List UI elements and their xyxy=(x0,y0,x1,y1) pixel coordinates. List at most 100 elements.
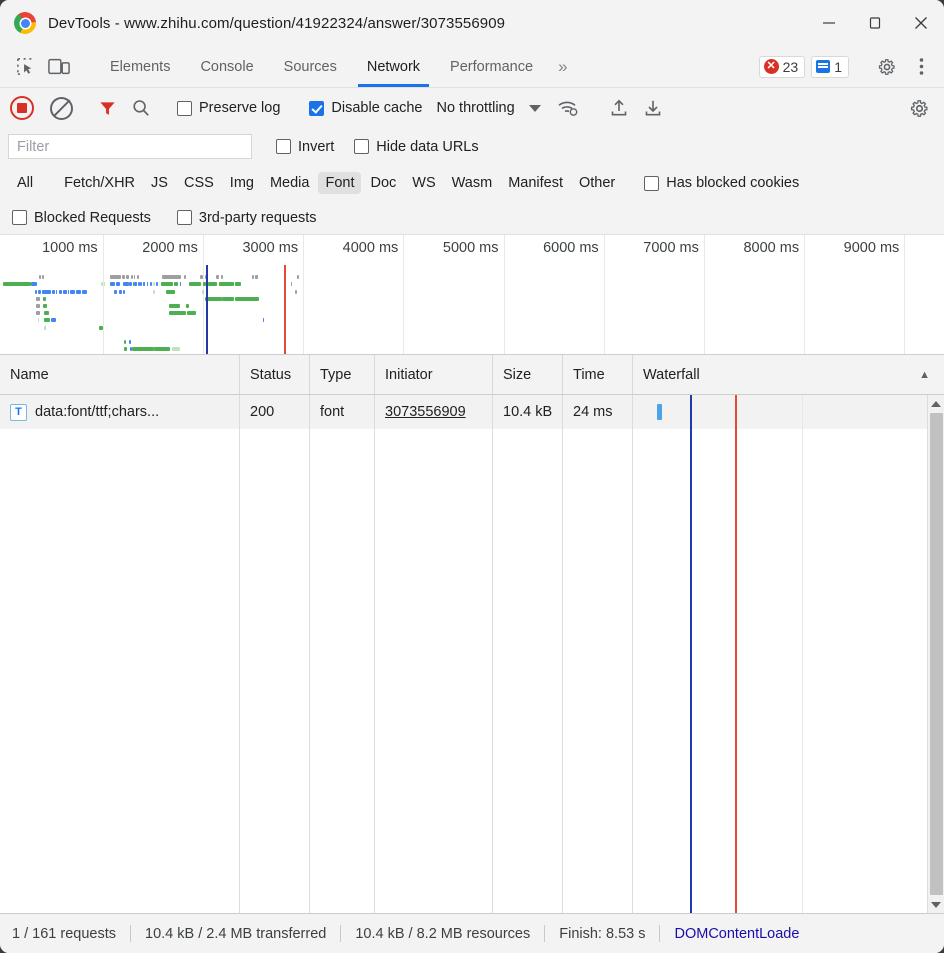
overview-tick-label: 4000 ms xyxy=(342,240,399,256)
overview-request-bar xyxy=(171,347,181,352)
overview-request-bar xyxy=(55,289,58,294)
disable-cache-checkbox[interactable]: Disable cache xyxy=(309,100,422,116)
overview-gridline xyxy=(202,235,204,354)
third-party-requests-checkbox[interactable]: 3rd-party requests xyxy=(176,210,317,226)
type-filter-img[interactable]: Img xyxy=(223,172,261,194)
inspect-element-icon[interactable] xyxy=(8,57,42,76)
invert-checkbox[interactable]: Invert xyxy=(276,139,334,155)
network-settings-gear-icon[interactable] xyxy=(902,98,936,119)
error-count-badge[interactable]: ✕ 23 xyxy=(758,55,806,78)
invert-box xyxy=(276,139,291,154)
resource-type-filter-bar: All Fetch/XHR JS CSS Img Media Font Doc … xyxy=(0,165,944,201)
cell-initiator[interactable]: 3073556909 xyxy=(375,395,493,429)
blocked-requests-label: Blocked Requests xyxy=(34,209,151,226)
hide-data-urls-checkbox[interactable]: Hide data URLs xyxy=(354,139,479,155)
overview-request-bar xyxy=(153,282,155,287)
column-header-status[interactable]: Status xyxy=(240,355,310,394)
column-header-waterfall[interactable]: Waterfall ▲ xyxy=(633,355,944,394)
status-resources: 10.4 kB / 8.2 MB resources xyxy=(355,925,531,942)
sort-indicator-icon: ▲ xyxy=(919,368,930,381)
cell-waterfall[interactable] xyxy=(633,395,927,429)
kebab-menu-icon[interactable] xyxy=(904,57,938,76)
table-vertical-scrollbar[interactable] xyxy=(927,395,944,913)
overview-tick-label: 3000 ms xyxy=(242,240,299,256)
overview-request-bar xyxy=(116,282,120,287)
export-har-icon[interactable] xyxy=(636,98,670,118)
overview-request-bar xyxy=(168,311,186,316)
overview-request-bar xyxy=(186,311,196,316)
has-blocked-cookies-box xyxy=(644,175,660,191)
throttling-select[interactable]: No throttling xyxy=(436,100,514,116)
network-overview-timeline[interactable]: 1000 ms 2000 ms 3000 ms 4000 ms 5000 ms 6000 … xyxy=(0,235,944,355)
column-header-name[interactable]: Name xyxy=(0,355,240,394)
overview-request-bar xyxy=(169,304,180,308)
blocked-requests-checkbox[interactable]: Blocked Requests xyxy=(12,210,151,226)
type-filter-js[interactable]: JS xyxy=(144,172,175,194)
overview-request-bar xyxy=(153,289,155,294)
overview-request-bar xyxy=(161,282,173,287)
tab-strip-right: ✕ 23 1 xyxy=(758,46,944,87)
overview-request-bar xyxy=(290,282,293,287)
cell-name[interactable]: T data:font/ttf;chars... xyxy=(0,395,240,429)
type-filter-fetch-xhr[interactable]: Fetch/XHR xyxy=(57,172,142,194)
hide-data-urls-box xyxy=(354,139,370,154)
type-filter-all[interactable]: All xyxy=(10,172,40,194)
overview-request-bar xyxy=(129,340,132,344)
cell-status: 200 xyxy=(240,395,310,429)
network-conditions-icon[interactable] xyxy=(551,98,585,118)
chevron-down-icon[interactable] xyxy=(528,104,541,112)
overview-request-bar xyxy=(262,318,265,323)
scrollbar-thumb[interactable] xyxy=(929,413,943,895)
tab-elements[interactable]: Elements xyxy=(95,46,185,87)
tab-performance[interactable]: Performance xyxy=(435,46,548,87)
table-row[interactable]: T data:font/ttf;chars... 200 font 307355… xyxy=(0,395,927,429)
device-toolbar-icon[interactable] xyxy=(42,57,76,76)
devtools-tab-strip: Elements Console Sources Network Perform… xyxy=(0,46,944,88)
type-filter-doc[interactable]: Doc xyxy=(363,172,403,194)
overview-request-bar xyxy=(295,289,297,294)
cell-type: font xyxy=(310,395,375,429)
overview-request-bar xyxy=(36,296,40,301)
column-header-size[interactable]: Size xyxy=(493,355,563,394)
type-filter-media[interactable]: Media xyxy=(263,172,317,194)
column-header-type[interactable]: Type xyxy=(310,355,375,394)
minimize-button[interactable] xyxy=(806,0,852,46)
column-header-waterfall-label: Waterfall xyxy=(643,366,700,383)
overview-request-bar xyxy=(122,275,126,280)
tab-network[interactable]: Network xyxy=(352,46,435,87)
close-button[interactable] xyxy=(898,0,944,46)
column-header-initiator[interactable]: Initiator xyxy=(375,355,493,394)
overview-request-bar xyxy=(103,282,106,287)
search-icon[interactable] xyxy=(124,98,158,118)
maximize-button[interactable] xyxy=(852,0,898,46)
type-filter-font[interactable]: Font xyxy=(318,172,362,194)
more-tabs-chevron-icon[interactable]: » xyxy=(548,46,577,87)
overview-request-bar xyxy=(179,282,182,287)
has-blocked-cookies-checkbox[interactable]: Has blocked cookies xyxy=(644,175,799,191)
overview-gridline xyxy=(303,235,305,354)
column-header-time[interactable]: Time xyxy=(563,355,633,394)
clear-button[interactable] xyxy=(50,96,73,120)
gear-icon[interactable] xyxy=(870,57,904,77)
filter-input[interactable]: Filter xyxy=(8,134,252,159)
status-divider xyxy=(130,925,131,942)
import-har-icon[interactable] xyxy=(602,98,636,118)
initiator-link[interactable]: 3073556909 xyxy=(385,404,466,420)
record-button[interactable] xyxy=(10,96,34,120)
chrome-logo-icon xyxy=(14,12,36,34)
preserve-log-checkbox[interactable]: Preserve log xyxy=(177,100,280,116)
filter-funnel-icon[interactable] xyxy=(90,99,124,118)
type-filter-ws[interactable]: WS xyxy=(405,172,442,194)
overview-gridline xyxy=(102,235,104,354)
empty-rows-area xyxy=(0,429,927,913)
scroll-up-arrow-icon[interactable] xyxy=(928,395,944,412)
tab-sources[interactable]: Sources xyxy=(269,46,352,87)
type-filter-manifest[interactable]: Manifest xyxy=(501,172,570,194)
scroll-down-arrow-icon[interactable] xyxy=(928,896,944,913)
preserve-log-label: Preserve log xyxy=(199,100,281,116)
message-count-badge[interactable]: 1 xyxy=(811,55,849,78)
tab-console[interactable]: Console xyxy=(185,46,268,87)
type-filter-css[interactable]: CSS xyxy=(177,172,221,194)
type-filter-wasm[interactable]: Wasm xyxy=(445,172,500,194)
type-filter-other[interactable]: Other xyxy=(572,172,622,194)
